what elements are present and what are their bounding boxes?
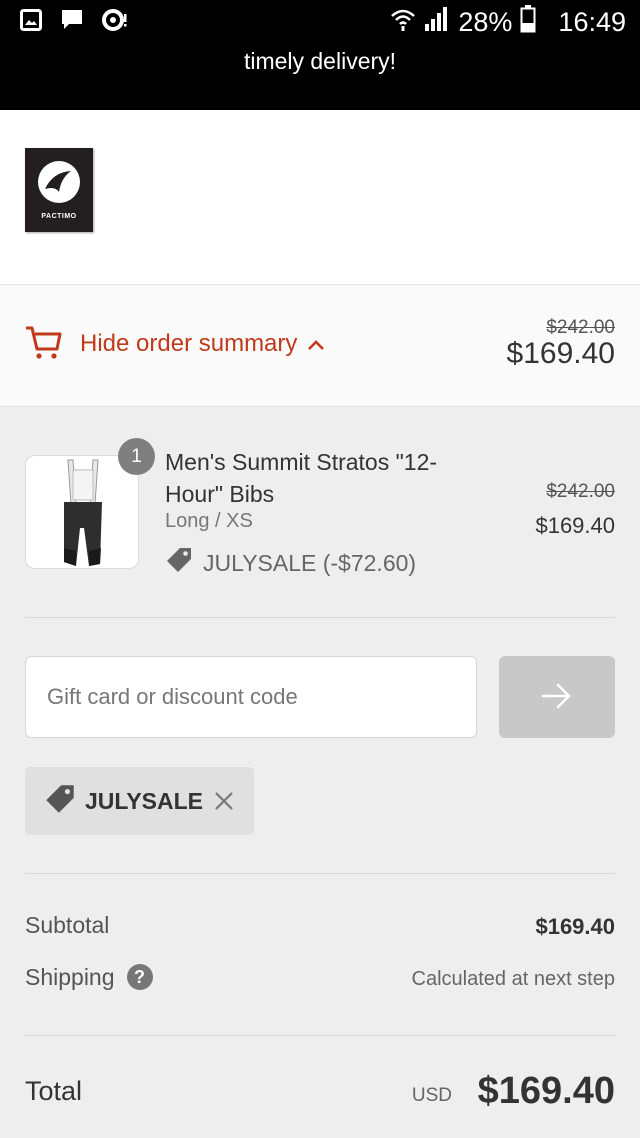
shipping-label: Shipping [25, 964, 115, 990]
applied-code-label: JULYSALE [85, 787, 204, 814]
product-name: Men's Summit Stratos "12-Hour" Bibs [165, 449, 438, 507]
shipping-row: Shipping? [25, 964, 153, 991]
tag-icon [44, 783, 76, 820]
top-bar: 28% 16:49 timely delivery! [0, 0, 640, 110]
cart-icon [25, 325, 63, 366]
divider [25, 1035, 615, 1036]
product-price: $169.40 [535, 513, 615, 538]
tag-icon [165, 546, 193, 580]
discount-code-input[interactable] [25, 656, 477, 738]
subtotal-value: $169.40 [535, 914, 615, 939]
signal-icon [424, 6, 450, 39]
summary-original-price: $242.00 [546, 317, 615, 338]
quantity-badge: 1 [118, 438, 155, 475]
product-thumbnail [25, 455, 139, 569]
brand-logo[interactable]: PACTIMO [25, 148, 93, 232]
divider [25, 617, 615, 618]
notification-icon [102, 8, 128, 37]
apply-discount-button[interactable] [499, 656, 615, 738]
chevron-up-icon [307, 330, 325, 358]
logo-mark-icon [38, 161, 80, 203]
shipping-value: Calculated at next step [411, 968, 615, 990]
product-original-price: $242.00 [546, 481, 615, 502]
product-discount: JULYSALE (-$72.60) [165, 546, 416, 580]
chat-icon [60, 8, 84, 37]
summary-price: $169.40 [506, 337, 615, 370]
order-summary-toggle[interactable]: Hide order summary $242.00 $169.40 [0, 285, 640, 407]
announcement-banner: timely delivery! [243, 48, 397, 74]
hide-order-summary-link[interactable]: Hide order summary [80, 330, 325, 358]
image-icon [20, 8, 42, 36]
arrow-right-icon [541, 682, 573, 713]
battery-percent: 28% [458, 6, 513, 37]
site-header: PACTIMO [0, 110, 640, 285]
status-bar-left [20, 8, 128, 36]
divider [25, 873, 615, 874]
wifi-icon [390, 6, 416, 39]
help-icon[interactable]: ? [126, 964, 153, 990]
battery-icon [520, 4, 536, 40]
product-variant: Long / XS [165, 510, 253, 532]
total-value: $169.40 [477, 1070, 615, 1112]
total-label: Total [25, 1076, 83, 1106]
logo-text: PACTIMO [41, 213, 77, 220]
status-bar-right: 28% 16:49 [390, 4, 626, 40]
subtotal-label: Subtotal [25, 912, 110, 938]
bib-shorts-image [64, 459, 102, 566]
toggle-label-text: Hide order summary [80, 330, 298, 357]
product-discount-text: JULYSALE (-$72.60) [203, 549, 417, 576]
currency-code: USD [411, 1085, 452, 1106]
applied-discount-chip: JULYSALE [25, 767, 254, 835]
remove-discount-close-icon[interactable] [212, 789, 236, 813]
clock: 16:49 [558, 6, 626, 37]
